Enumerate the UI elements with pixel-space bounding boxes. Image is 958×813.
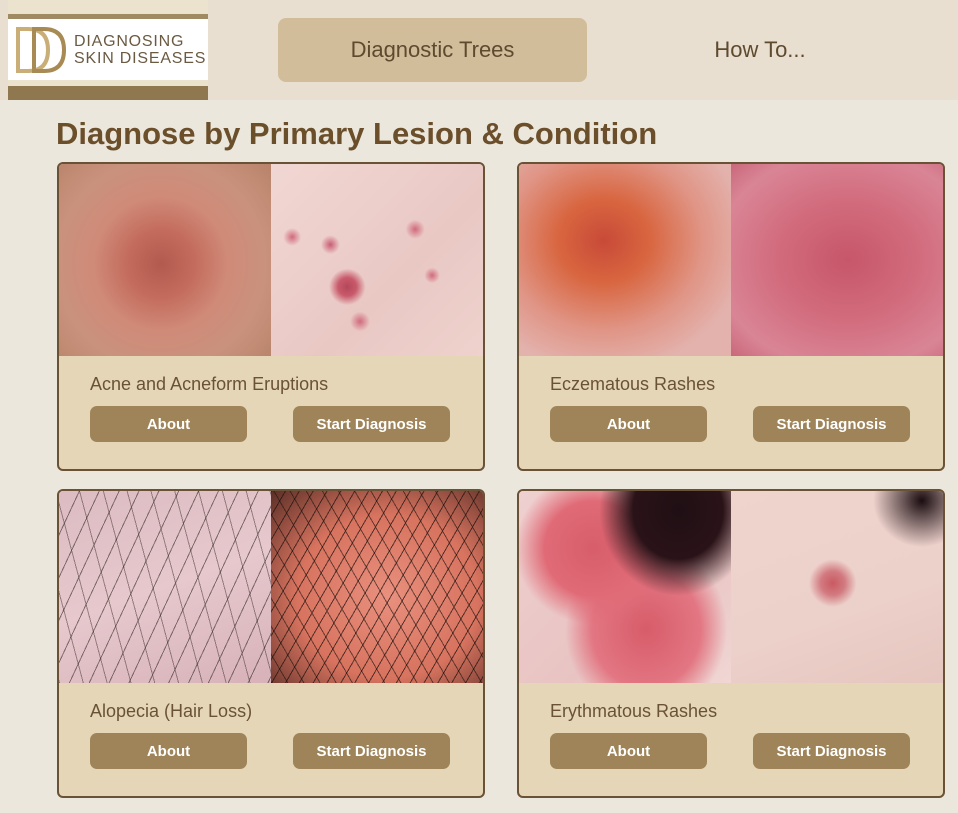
- about-button[interactable]: About: [550, 406, 707, 442]
- card-image-pair: [519, 164, 943, 356]
- logo-stripe: [8, 14, 208, 19]
- condition-card-eczematous: Eczematous Rashes About Start Diagnosis: [517, 162, 945, 471]
- card-title: Erythmatous Rashes: [550, 701, 718, 721]
- about-button[interactable]: About: [90, 733, 247, 769]
- condition-card-erythmatous: Erythmatous Rashes About Start Diagnosis: [517, 489, 945, 798]
- card-image-pair: [519, 491, 943, 683]
- start-diagnosis-button[interactable]: Start Diagnosis: [753, 733, 910, 769]
- tab-diagnostic-trees[interactable]: Diagnostic Trees: [278, 18, 587, 82]
- lesion-photo: [271, 491, 483, 683]
- lesion-photo: [519, 491, 731, 683]
- lesion-photo: [59, 491, 271, 683]
- logo-line-2: SKIN DISEASES: [74, 50, 207, 67]
- lesion-photo: [731, 164, 943, 356]
- logo-stripe: [8, 86, 208, 100]
- condition-card-acne: Acne and Acneform Eruptions About Start …: [57, 162, 485, 471]
- lesion-photo: [271, 164, 483, 356]
- site-logo[interactable]: DIAGNOSING SKIN DISEASES: [8, 0, 208, 100]
- lesion-photo: [59, 164, 271, 356]
- lesion-photo: [519, 164, 731, 356]
- condition-card-alopecia: Alopecia (Hair Loss) About Start Diagnos…: [57, 489, 485, 798]
- logo-stripe: [8, 0, 208, 14]
- start-diagnosis-button[interactable]: Start Diagnosis: [293, 733, 450, 769]
- card-image-pair: [59, 164, 483, 356]
- card-title: Alopecia (Hair Loss): [90, 701, 253, 721]
- tab-how-to[interactable]: How To...: [640, 18, 880, 82]
- start-diagnosis-button[interactable]: Start Diagnosis: [753, 406, 910, 442]
- logo-text: DIAGNOSING SKIN DISEASES: [74, 33, 206, 67]
- start-diagnosis-button[interactable]: Start Diagnosis: [293, 406, 450, 442]
- dd-logo-icon: [16, 27, 67, 73]
- card-image-pair: [59, 491, 483, 683]
- header-bar: DIAGNOSING SKIN DISEASES Diagnostic Tree…: [0, 0, 958, 100]
- card-title: Eczematous Rashes: [550, 374, 716, 394]
- logo-line-1: DIAGNOSING: [74, 33, 185, 50]
- lesion-photo: [731, 491, 943, 683]
- card-title: Acne and Acneform Eruptions: [90, 374, 329, 394]
- page-title: Diagnose by Primary Lesion & Condition: [56, 116, 658, 151]
- about-button[interactable]: About: [90, 406, 247, 442]
- about-button[interactable]: About: [550, 733, 707, 769]
